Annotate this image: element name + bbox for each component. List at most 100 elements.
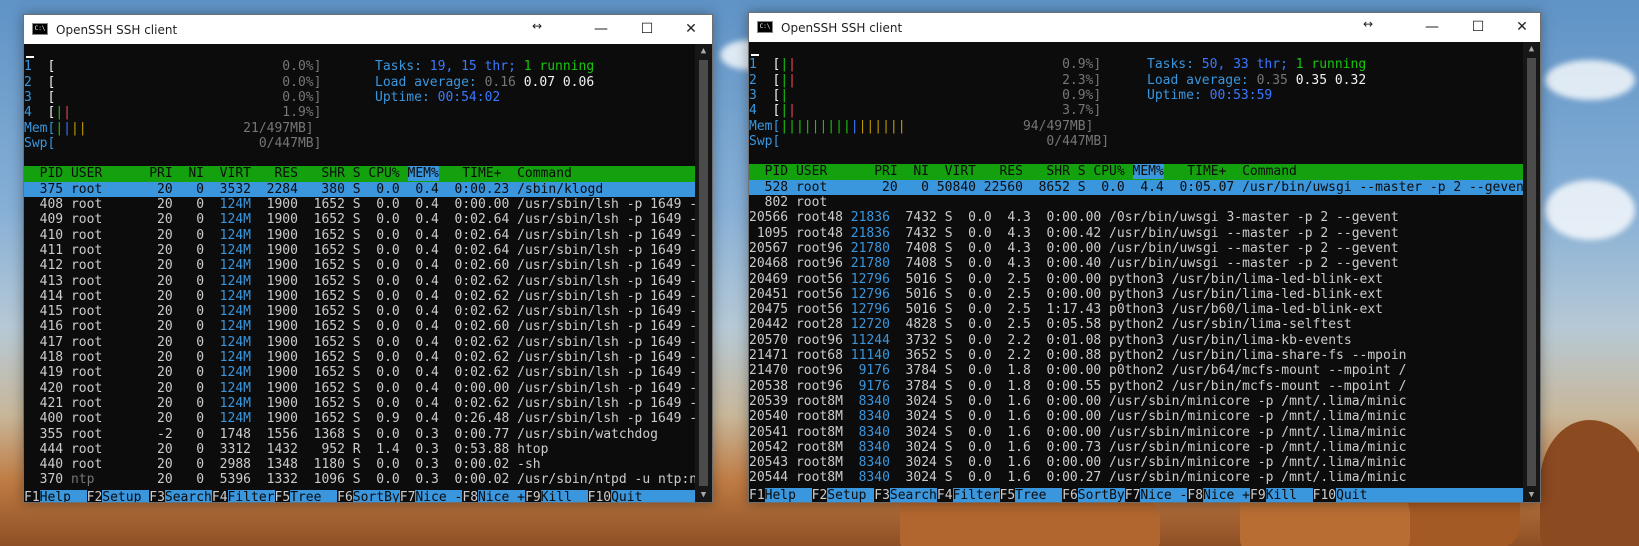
process-row[interactable]: 414 root 20 0 124M 1900 1652 S 0.0 0.4 0… — [24, 289, 695, 304]
fkey-f9[interactable]: F9 — [525, 489, 541, 502]
fkey-label[interactable]: Filter — [227, 489, 275, 502]
process-row[interactable]: 409 root 20 0 124M 1900 1652 S 0.0 0.4 0… — [24, 212, 695, 227]
fkey-f10[interactable]: F10 — [587, 489, 612, 502]
fkey-label[interactable]: Tree — [290, 489, 338, 502]
scrollbar-thumb[interactable] — [699, 60, 708, 486]
process-row[interactable]: 21471 root68 11140 3652 S 0.0 2.2 0:00.8… — [749, 348, 1406, 363]
fkey-label[interactable]: SortBy — [352, 489, 400, 502]
process-row[interactable]: 420 root 20 0 124M 1900 1652 S 0.0 0.4 0… — [24, 381, 695, 396]
process-row[interactable]: 408 root 20 0 124M 1900 1652 S 0.0 0.4 0… — [24, 197, 695, 212]
process-row[interactable]: 417 root 20 0 124M 1900 1652 S 0.0 0.4 0… — [24, 335, 695, 350]
fkey-f5[interactable]: F5 — [274, 489, 291, 502]
minimize-button[interactable]: — — [578, 15, 624, 44]
maximize-button[interactable]: ☐ — [624, 15, 670, 44]
process-row[interactable]: 20541 root8M 8340 3024 S 0.0 1.6 0:00.00… — [749, 425, 1406, 440]
vertical-scrollbar[interactable]: ▲ ▼ — [695, 44, 712, 502]
process-row[interactable]: 20544 root8M 8340 3024 S 0.0 1.6 0:00.27… — [749, 470, 1406, 485]
process-row[interactable]: 802 root — [749, 195, 828, 210]
fkey-label[interactable]: Quit — [1336, 487, 1384, 502]
process-row[interactable]: 20566 root48 21836 7432 S 0.0 4.3 0:00.0… — [749, 210, 1399, 225]
scroll-up-icon[interactable]: ▲ — [695, 44, 712, 58]
scroll-up-icon[interactable]: ▲ — [1523, 42, 1540, 56]
selected-process-row[interactable]: 528 root 20 0 50840 22560 8652 S 0.0 4.4… — [749, 179, 1523, 195]
minimize-button[interactable]: — — [1409, 13, 1455, 42]
process-row[interactable]: 370 ntp 20 0 5396 1332 1096 S 0.0 0.3 0:… — [24, 472, 695, 487]
fkey-label[interactable]: Nice - — [1140, 487, 1188, 502]
maximize-button[interactable]: ☐ — [1455, 13, 1501, 42]
column-header-mem-sorted[interactable]: MEM% — [407, 166, 439, 182]
terminal[interactable]: 1 [|| 0.9%] 2 [|| 2.3%] 3 [| 0.9%] 4 [|| 3.… — [749, 42, 1540, 502]
process-row[interactable]: 20538 root96 9176 3784 S 0.0 1.8 0:00.55… — [749, 379, 1406, 394]
process-row[interactable]: 1095 root48 21836 7432 S 0.0 4.3 0:00.42… — [749, 226, 1399, 241]
process-row[interactable]: 20539 root8M 8340 3024 S 0.0 1.6 0:00.00… — [749, 394, 1406, 409]
fkey-f4[interactable]: F4 — [211, 489, 228, 502]
fkey-f4[interactable]: F4 — [936, 487, 953, 502]
fkey-label[interactable]: Tree — [1015, 487, 1063, 502]
process-row[interactable]: 419 root 20 0 124M 1900 1652 S 0.0 0.4 0… — [24, 365, 695, 380]
close-button[interactable]: ✕ — [668, 15, 712, 44]
fkey-label[interactable]: Quit — [611, 489, 659, 502]
fkey-f8[interactable]: F8 — [1187, 487, 1204, 502]
process-row[interactable]: 20540 root8M 8340 3024 S 0.0 1.6 0:00.00… — [749, 409, 1406, 424]
fkey-f8[interactable]: F8 — [462, 489, 479, 502]
fkey-f9[interactable]: F9 — [1250, 487, 1266, 502]
process-row[interactable]: 444 root 20 0 3312 1432 952 R 1.4 0.3 0:… — [24, 442, 549, 457]
scrollbar-thumb[interactable] — [1527, 58, 1536, 486]
vertical-scrollbar[interactable]: ▲ ▼ — [1523, 42, 1540, 502]
process-row[interactable]: 20468 root96 21780 7408 S 0.0 4.3 0:00.4… — [749, 256, 1399, 271]
ssh-window-left[interactable]: C:\ OpenSSH SSH client ↔ — ☐ ✕ 1 [ 0.0%]… — [23, 14, 713, 503]
fkey-f3[interactable]: F3 — [149, 489, 165, 502]
process-row[interactable]: 20475 root56 12796 5016 S 0.0 2.5 1:17.4… — [749, 302, 1383, 317]
fkey-label[interactable]: Setup — [827, 487, 875, 502]
terminal[interactable]: 1 [ 0.0%] 2 [ 0.0%] 3 [ 0.0%] 4 [|| 1.9%] Me… — [24, 44, 712, 502]
fkey-f10[interactable]: F10 — [1312, 487, 1337, 502]
process-row[interactable]: 416 root 20 0 124M 1900 1652 S 0.0 0.4 0… — [24, 319, 695, 334]
close-button[interactable]: ✕ — [1499, 13, 1540, 42]
process-row[interactable]: 20451 root56 12796 5016 S 0.0 2.5 0:00.0… — [749, 287, 1383, 302]
fkey-label[interactable]: Search — [889, 487, 937, 502]
fkey-f7[interactable]: F7 — [1124, 487, 1141, 502]
fkey-label[interactable]: Nice - — [415, 489, 463, 502]
process-row[interactable]: 355 root -2 0 1748 1556 1368 S 0.0 0.3 0… — [24, 427, 658, 442]
fkey-f6[interactable]: F6 — [1062, 487, 1078, 502]
process-row[interactable]: 400 root 20 0 124M 1900 1652 S 0.9 0.4 0… — [24, 411, 695, 426]
fkey-f5[interactable]: F5 — [999, 487, 1016, 502]
process-row[interactable]: 415 root 20 0 124M 1900 1652 S 0.0 0.4 0… — [24, 304, 695, 319]
title-bar[interactable]: C:\ OpenSSH SSH client ↔ — ☐ ✕ — [749, 13, 1540, 42]
fkey-label[interactable]: Filter — [952, 487, 1000, 502]
fkey-f7[interactable]: F7 — [399, 489, 416, 502]
fkey-label[interactable]: Help — [39, 489, 87, 502]
title-bar[interactable]: C:\ OpenSSH SSH client ↔ — ☐ ✕ — [24, 15, 712, 44]
fkey-label[interactable]: Nice + — [1203, 487, 1250, 502]
process-row[interactable]: 421 root 20 0 124M 1900 1652 S 0.0 0.4 0… — [24, 396, 695, 411]
process-row[interactable]: 20570 root96 11244 3732 S 0.0 2.2 0:01.0… — [749, 333, 1352, 348]
fkey-label[interactable]: SortBy — [1077, 487, 1125, 502]
process-row[interactable]: 20542 root8M 8340 3024 S 0.0 1.6 0:00.73… — [749, 440, 1406, 455]
process-row[interactable]: 413 root 20 0 124M 1900 1652 S 0.0 0.4 0… — [24, 274, 695, 289]
fkey-f1[interactable]: F1 — [24, 489, 40, 502]
process-row[interactable]: 412 root 20 0 124M 1900 1652 S 0.0 0.4 0… — [24, 258, 695, 273]
fkey-f3[interactable]: F3 — [874, 487, 890, 502]
process-row[interactable]: 410 root 20 0 124M 1900 1652 S 0.0 0.4 0… — [24, 228, 695, 243]
process-row[interactable]: 20543 root8M 8340 3024 S 0.0 1.6 0:00.00… — [749, 455, 1406, 470]
fkey-label[interactable]: Kill — [1265, 487, 1313, 502]
process-row[interactable]: 411 root 20 0 124M 1900 1652 S 0.0 0.4 0… — [24, 243, 695, 258]
ssh-window-right[interactable]: C:\ OpenSSH SSH client ↔ — ☐ ✕ 1 [|| 0.9… — [748, 12, 1541, 503]
scroll-down-icon[interactable]: ▼ — [1523, 488, 1540, 502]
fkey-f2[interactable]: F2 — [811, 487, 828, 502]
scroll-down-icon[interactable]: ▼ — [695, 488, 712, 502]
process-row[interactable]: 20469 root56 12796 5016 S 0.0 2.5 0:00.0… — [749, 272, 1383, 287]
fkey-label[interactable]: Setup — [102, 489, 150, 502]
fkey-f1[interactable]: F1 — [749, 487, 765, 502]
column-header-mem-sorted[interactable]: MEM% — [1132, 164, 1164, 180]
fkey-f6[interactable]: F6 — [337, 489, 353, 502]
process-row[interactable]: 21470 root96 9176 3784 S 0.0 1.8 0:00.00… — [749, 363, 1406, 378]
fkey-label[interactable]: Search — [164, 489, 212, 502]
process-row[interactable]: 20567 root96 21780 7408 S 0.0 4.3 0:00.0… — [749, 241, 1399, 256]
fkey-label[interactable]: Kill — [540, 489, 588, 502]
fkey-f2[interactable]: F2 — [86, 489, 103, 502]
process-row[interactable]: 418 root 20 0 124M 1900 1652 S 0.0 0.4 0… — [24, 350, 695, 365]
fkey-label[interactable]: Nice + — [478, 489, 525, 502]
process-row[interactable]: 20442 root28 12720 4828 S 0.0 2.5 0:05.5… — [749, 317, 1352, 332]
selected-process-row[interactable]: 375 root 20 0 3532 2284 380 S 0.0 0.4 0:… — [24, 181, 695, 197]
